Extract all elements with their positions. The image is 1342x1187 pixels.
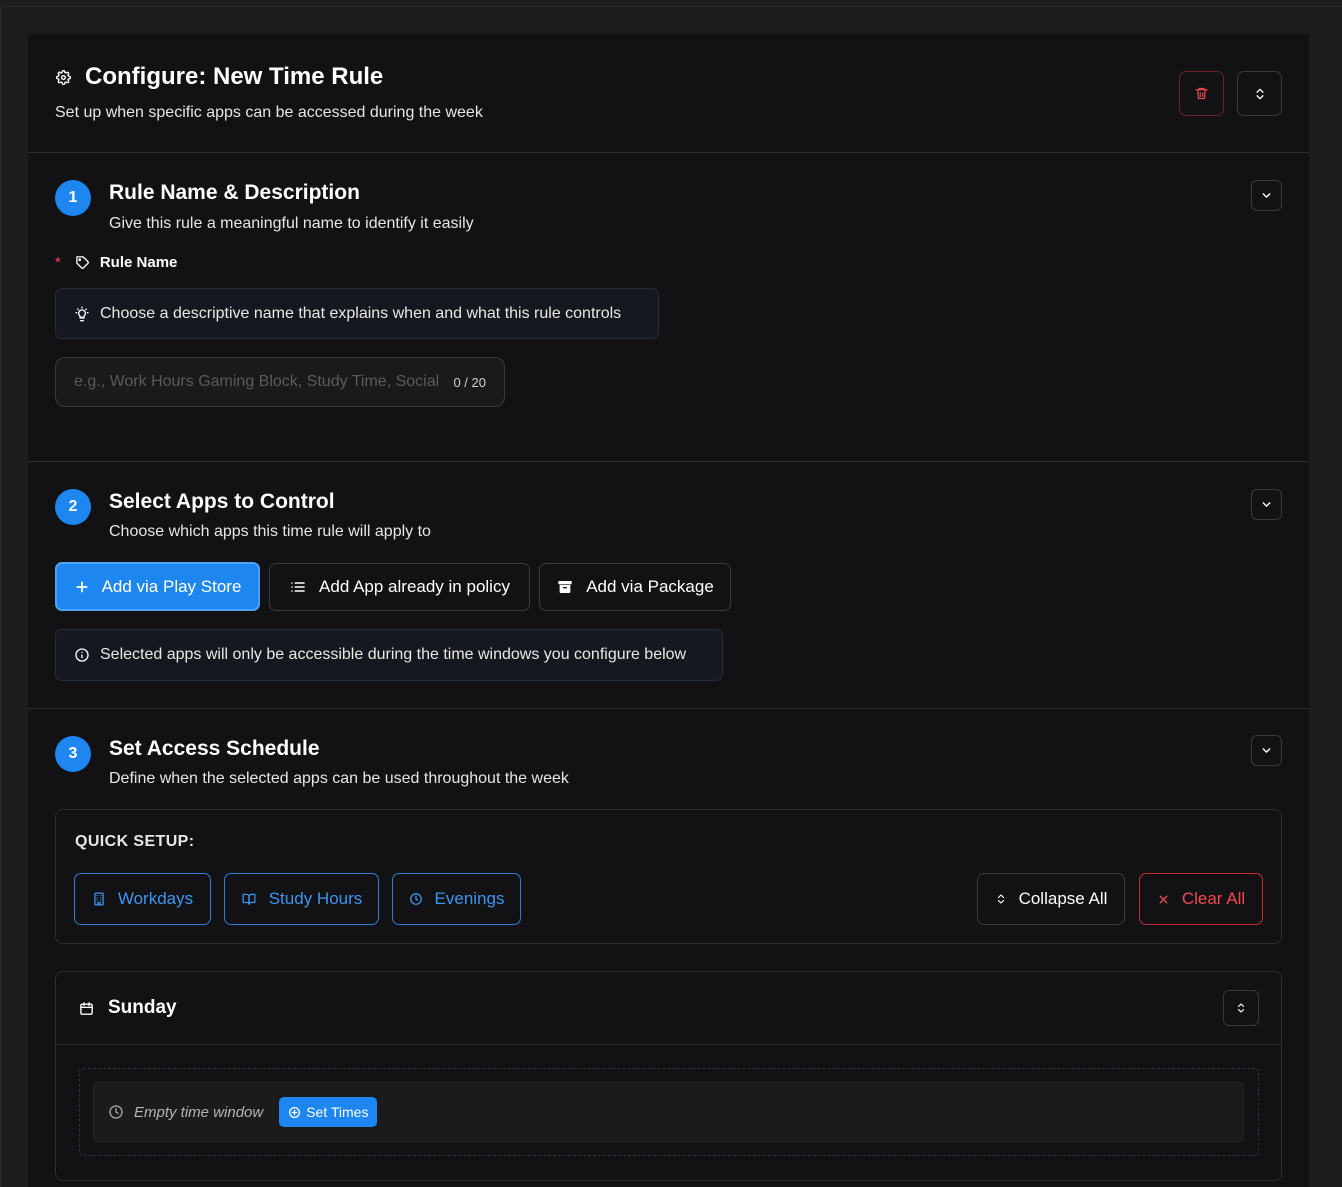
plus-circle-icon [288,1106,301,1119]
day-name: Sunday [108,997,177,1018]
clear-all-button[interactable]: Clear All [1139,873,1263,925]
add-app-in-policy-label: Add App already in policy [319,577,510,596]
required-marker: * [55,254,61,271]
building-icon [92,892,106,906]
chevron-down-icon [1260,498,1273,511]
step-subtitle: Give this rule a meaningful name to iden… [109,215,474,232]
delete-rule-button[interactable] [1179,71,1224,116]
step-subtitle: Define when the selected apps can be use… [109,770,569,787]
collapse-all-button[interactable]: Collapse All [977,873,1125,925]
tag-icon [75,255,90,270]
chevron-down-icon [1260,189,1273,202]
chevrons-up-down-icon [995,892,1007,906]
quick-setup-label: QUICK SETUP: [75,833,195,850]
set-times-label: Set Times [306,1104,369,1120]
expand-collapse-rule-button[interactable] [1237,71,1282,116]
divider [28,152,1309,153]
add-via-play-store-label: Add via Play Store [101,576,242,596]
preset-study-hours-button[interactable]: Study Hours [224,873,379,925]
rule-name-hint-text: Choose a descriptive name that explains … [100,304,622,322]
divider [28,461,1309,462]
add-via-package-button[interactable]: Add via Package [539,563,731,611]
page-subtitle: Set up when specific apps can be accesse… [55,104,483,121]
lightbulb-icon [74,306,90,322]
apps-info-box: Selected apps will only be accessible du… [55,629,723,681]
clear-all-label: Clear All [1181,889,1246,908]
collapse-step-3-button[interactable] [1251,735,1282,766]
gear-icon [56,69,71,85]
divider [28,708,1309,709]
clock-icon [108,1104,124,1120]
rule-name-label-text: Rule Name [99,254,178,271]
rule-name-input[interactable]: 0 / 20 [55,357,505,407]
close-icon [1157,893,1170,906]
step-title: Set Access Schedule [109,737,320,760]
page-title-text: Configure: New Time Rule [85,63,384,90]
empty-time-window-row: Empty time window Set Times [93,1082,1244,1142]
character-counter: 0 / 20 [453,374,486,390]
step-title: Rule Name & Description [109,181,360,204]
preset-study-hours-label: Study Hours [268,889,363,908]
step-number-badge: 2 [55,489,91,525]
rule-name-field[interactable] [74,373,446,391]
info-icon [74,647,90,663]
add-via-play-store-button[interactable]: Add via Play Store [55,562,260,611]
step-number-badge: 3 [55,736,91,772]
chevron-down-icon [1260,744,1273,757]
step-subtitle: Choose which apps this time rule will ap… [109,523,431,540]
preset-evenings-button[interactable]: Evenings [392,873,521,925]
collapse-step-2-button[interactable] [1251,489,1282,520]
collapse-step-1-button[interactable] [1251,180,1282,211]
day-header: Sunday [79,997,177,1019]
empty-time-window-text: Empty time window [134,1103,264,1121]
collapse-all-label: Collapse All [1018,889,1108,908]
rule-name-hint: Choose a descriptive name that explains … [55,288,659,339]
chevrons-up-down-icon [1235,1001,1247,1015]
book-open-icon [241,892,257,906]
list-icon [289,579,307,595]
plus-icon [74,579,90,595]
preset-evenings-label: Evenings [434,889,505,908]
preset-workdays-label: Workdays [117,889,194,908]
add-app-in-policy-button[interactable]: Add App already in policy [269,563,530,611]
chevrons-up-down-icon [1253,87,1267,101]
page-title: Configure: New Time Rule [56,63,383,91]
divider [56,1044,1281,1045]
step-number-badge: 1 [55,180,91,216]
apps-info-text: Selected apps will only be accessible du… [100,646,687,663]
trash-icon [1194,86,1209,101]
set-times-button[interactable]: Set Times [279,1097,378,1127]
calendar-icon [79,1001,94,1016]
expand-day-button[interactable] [1223,990,1259,1026]
step-title: Select Apps to Control [109,490,335,513]
preset-workdays-button[interactable]: Workdays [74,873,211,925]
clock-icon [409,892,423,906]
archive-icon [556,579,574,595]
rule-name-label: * Rule Name [55,254,177,271]
add-via-package-label: Add via Package [586,577,714,596]
